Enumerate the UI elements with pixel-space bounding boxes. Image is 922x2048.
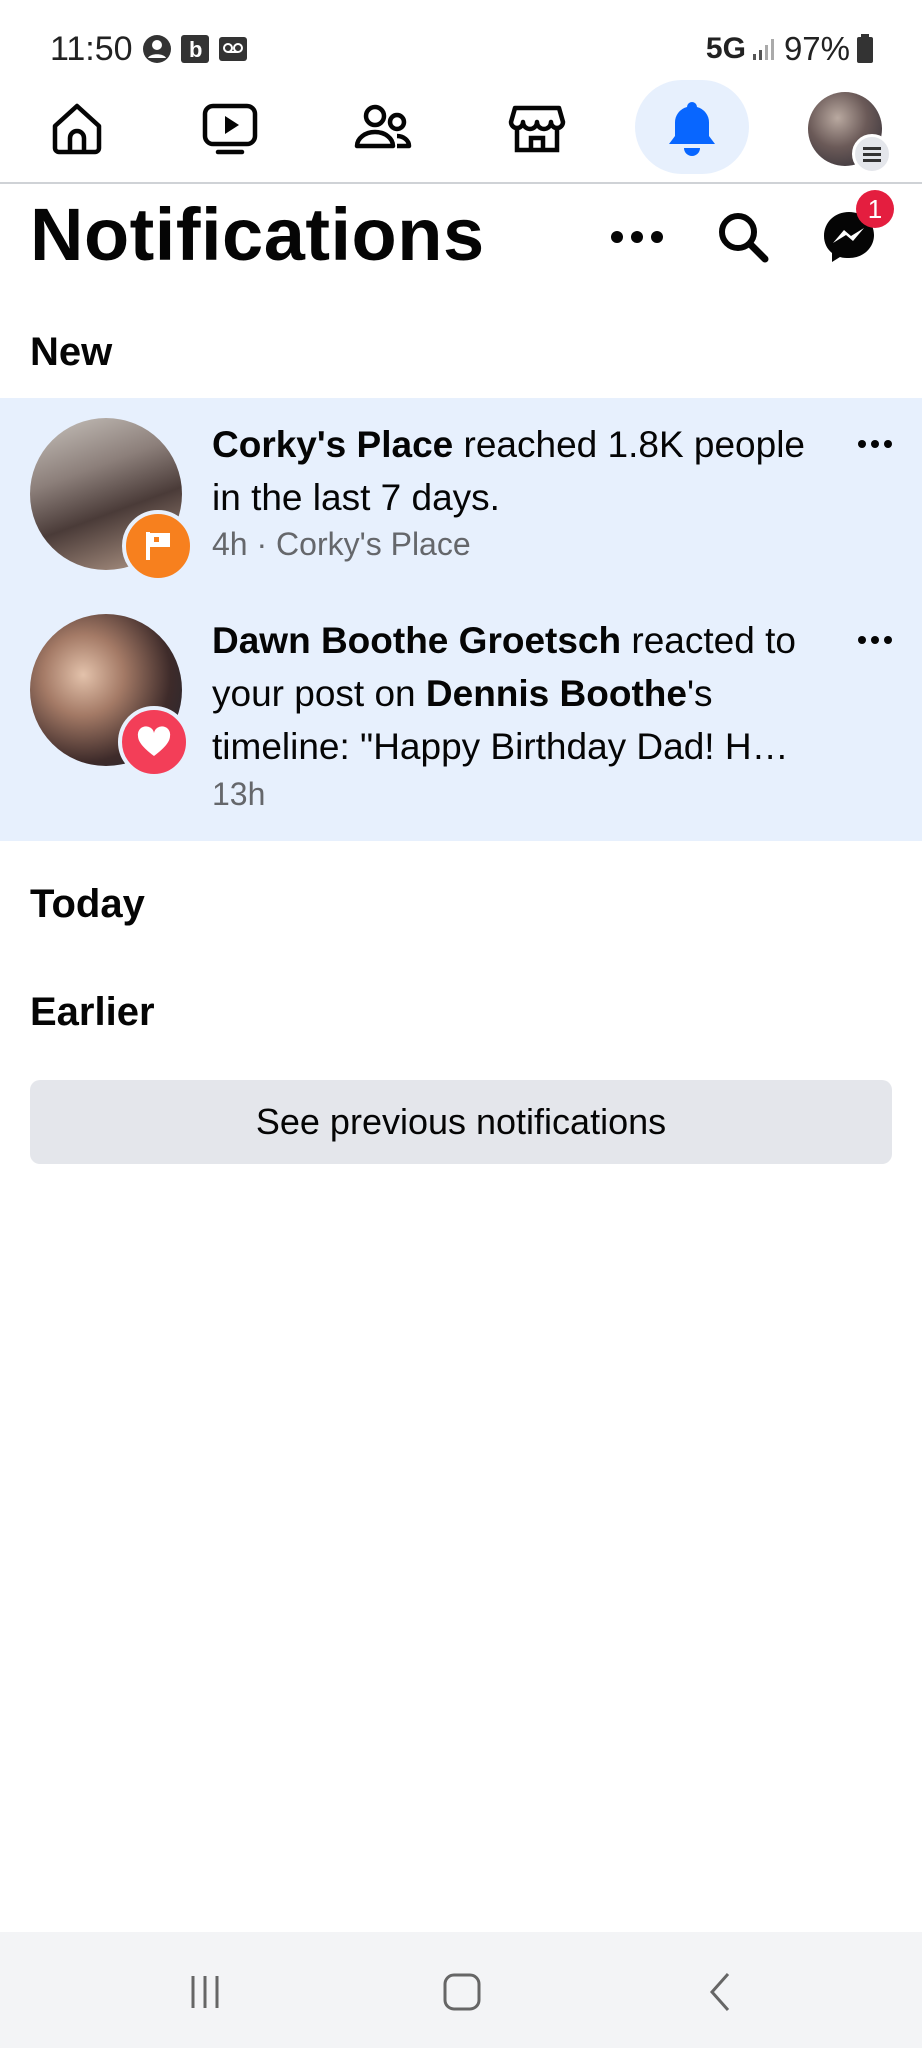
voicemail-icon: [219, 37, 247, 61]
more-dots-icon: [858, 440, 892, 448]
recent-apps-button[interactable]: [165, 1962, 245, 2022]
tab-notifications[interactable]: [637, 78, 747, 178]
notification-item[interactable]: Dawn Boothe Groetsch reacted to your pos…: [0, 606, 922, 841]
friends-icon: [354, 104, 412, 149]
tab-marketplace[interactable]: [482, 78, 592, 178]
menu-hamburger-icon: [852, 134, 892, 174]
flag-icon: [122, 510, 194, 582]
notification-meta: 13h: [212, 776, 266, 812]
status-right: 5G 97%: [706, 30, 874, 68]
notification-more-button[interactable]: [850, 620, 900, 660]
home-square-icon: [443, 1973, 481, 2011]
search-button[interactable]: [706, 200, 780, 274]
signal-icon: [752, 39, 774, 60]
svg-text:b: b: [189, 37, 202, 62]
status-bar: 11:50 b 5G 97%: [0, 0, 922, 90]
section-label-earlier: Earlier: [30, 990, 155, 1034]
notification-more-button[interactable]: [850, 424, 900, 464]
battery-percent: 97%: [783, 30, 850, 67]
new-notifications: Corky's Place reached 1.8K people in the…: [0, 398, 922, 841]
battery-icon: [857, 34, 873, 63]
heart-icon: [118, 706, 190, 778]
home-icon: [52, 103, 102, 155]
back-button[interactable]: [680, 1962, 760, 2022]
top-nav: [0, 78, 922, 184]
recent-apps-icon: [191, 1976, 219, 2008]
notification-target: Dennis Boothe: [425, 673, 687, 714]
status-notification-icons: b: [142, 34, 248, 64]
network-type: 5G: [705, 32, 746, 65]
section-label-today: Today: [30, 882, 145, 926]
system-nav-bar: [0, 1932, 922, 2048]
notification-text: Dawn Boothe Groetsch reacted to your pos…: [212, 614, 832, 773]
bell-icon: [669, 102, 715, 156]
notification-actor: Dawn Boothe Groetsch: [212, 620, 622, 661]
search-icon: [719, 213, 769, 263]
notification-actor: Corky's Place: [212, 424, 454, 465]
notification-meta: 4h · Corky's Place: [212, 526, 471, 562]
video-icon: [202, 103, 258, 155]
more-dots-icon: [858, 636, 892, 644]
tab-menu[interactable]: [800, 78, 900, 178]
notification-text: Corky's Place reached 1.8K people in the…: [212, 418, 832, 524]
status-time: 11:50: [50, 30, 133, 68]
store-icon: [508, 105, 566, 153]
home-button[interactable]: [422, 1962, 502, 2022]
section-label-new: New: [30, 330, 113, 374]
b-app-icon: b: [181, 35, 209, 63]
more-options-button[interactable]: [600, 200, 674, 274]
tab-watch[interactable]: [175, 78, 285, 178]
tab-friends[interactable]: [328, 78, 438, 178]
page-header: Notifications: [0, 188, 922, 288]
back-chevron-icon: [709, 1973, 730, 2011]
see-previous-notifications-button[interactable]: See previous notifications: [30, 1080, 892, 1164]
tab-home[interactable]: [22, 78, 132, 178]
messenger-unread-badge: 1: [856, 190, 894, 228]
notification-item[interactable]: Corky's Place reached 1.8K people in the…: [0, 398, 922, 606]
more-dots-icon: [611, 231, 663, 243]
page-title: Notifications: [30, 193, 485, 276]
account-circle-icon: [143, 35, 171, 63]
